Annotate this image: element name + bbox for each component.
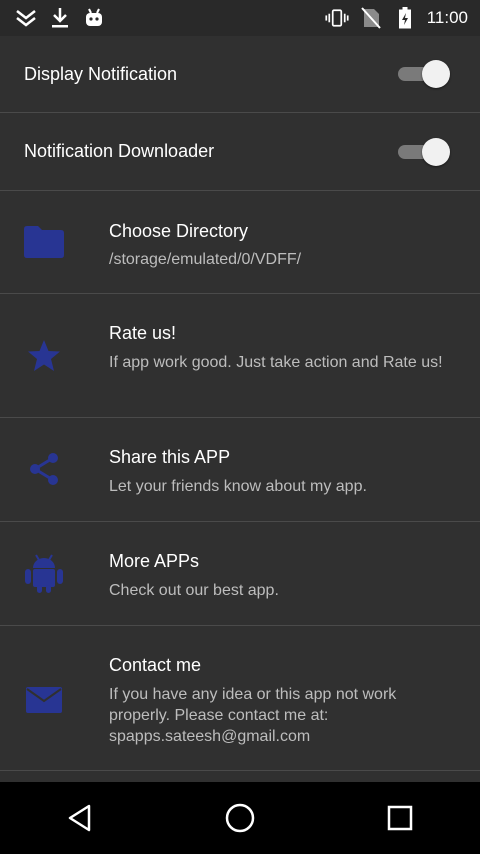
item-title: Choose Directory: [109, 221, 249, 241]
vibrate-icon: [325, 6, 349, 30]
notification-downloader-label: Notification Downloader: [24, 141, 215, 161]
battery-icon: [393, 6, 417, 30]
share-app-item[interactable]: Share this APP Let your friends know abo…: [0, 418, 480, 522]
choose-directory-item[interactable]: Choose Directory /storage/emulated/0/VDF…: [0, 191, 480, 294]
item-title: Share this APP: [109, 447, 231, 467]
contact-me-item[interactable]: Contact me If you have any idea or this …: [0, 626, 480, 771]
rate-us-item[interactable]: Rate us! If app work good. Just take act…: [0, 294, 480, 418]
item-subtitle: Check out our best app.: [109, 582, 279, 599]
folder-icon: [22, 224, 66, 260]
notification-downloader-switch[interactable]: [398, 137, 450, 167]
back-icon[interactable]: [50, 788, 110, 848]
navigation-bar: [0, 782, 480, 854]
item-subtitle: If app work good. Just take action and R…: [109, 354, 443, 371]
display-notification-label: Display Notification: [24, 63, 178, 84]
settings-list: Display Notification Notification Downlo…: [0, 36, 480, 782]
status-bar: 11:00: [0, 0, 480, 36]
mail-icon: [22, 682, 66, 718]
share-icon: [22, 451, 66, 487]
more-apps-item[interactable]: More APPs Check out our best app.: [0, 522, 480, 626]
status-time: 11:00: [426, 8, 468, 27]
home-icon[interactable]: [210, 788, 270, 848]
notification-downloader-row[interactable]: Notification Downloader: [0, 113, 480, 191]
display-notification-row[interactable]: Display Notification: [0, 36, 480, 113]
display-notification-switch[interactable]: [398, 59, 450, 89]
chevrons-down-icon: [14, 6, 38, 30]
no-sim-icon: [359, 6, 383, 30]
item-title: Contact me: [109, 655, 202, 675]
item-title: More APPs: [109, 551, 200, 571]
android-icon: [22, 554, 66, 593]
recents-icon[interactable]: [370, 788, 430, 848]
download-icon: [48, 6, 72, 30]
item-subtitle: /storage/emulated/0/VDFF/: [109, 251, 302, 268]
item-subtitle: Let your friends know about my app.: [109, 478, 367, 495]
item-subtitle: If you have any idea or this app not wor…: [109, 686, 397, 745]
star-icon: [22, 338, 66, 374]
android-icon: [82, 6, 106, 30]
item-title: Rate us!: [109, 323, 177, 343]
